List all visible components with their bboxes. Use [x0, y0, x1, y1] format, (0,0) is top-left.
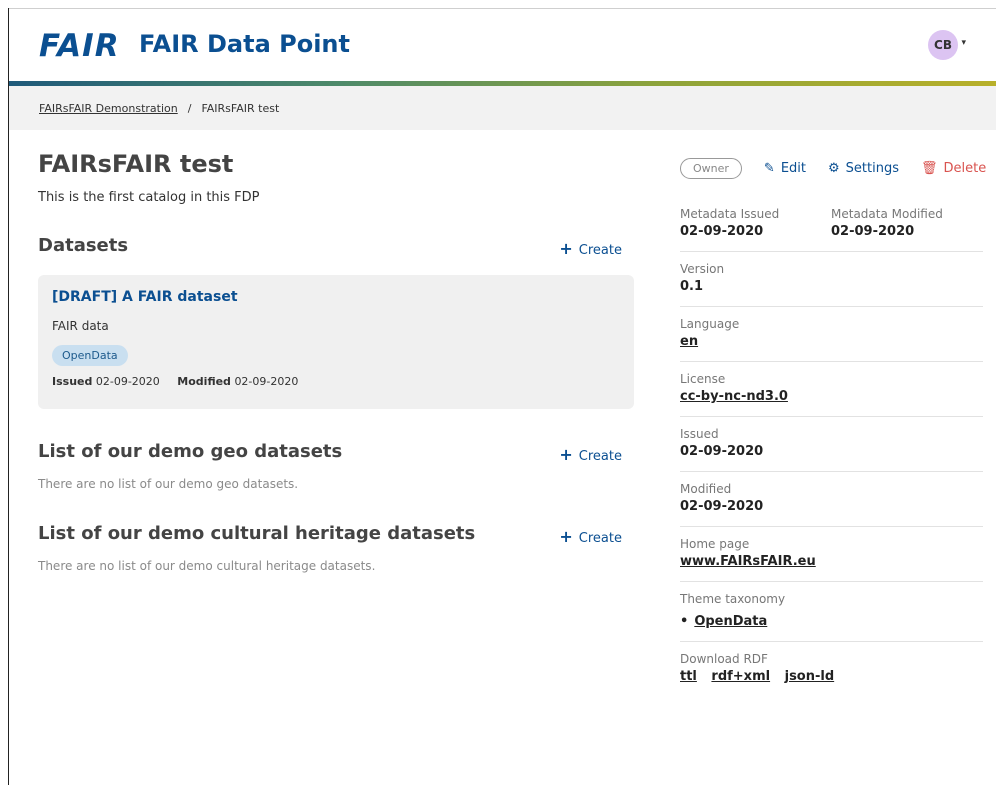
- trash-icon: 🗑: [921, 160, 938, 176]
- issued-row: Issued 02-09-2020: [680, 417, 983, 472]
- theme-tag[interactable]: OpenData: [52, 345, 128, 366]
- create-geo-dataset-button[interactable]: + Create: [559, 445, 622, 464]
- delete-button[interactable]: 🗑 Delete: [921, 161, 986, 176]
- settings-label: Settings: [845, 160, 899, 176]
- meta-value: 02-09-2020: [680, 499, 764, 514]
- modified-date: 02-09-2020: [234, 375, 299, 388]
- download-rdfxml-link[interactable]: rdf+xml: [711, 669, 770, 684]
- plus-icon: +: [559, 527, 573, 546]
- datasets-section: Datasets + Create [DRAFT] A FAIR dataset …: [38, 235, 634, 409]
- rdf-links: ttl rdf+xml json-ld: [680, 669, 983, 684]
- breadcrumb-parent-link[interactable]: FAIRsFAIR Demonstration: [39, 102, 178, 115]
- meta-value: 0.1: [680, 279, 704, 294]
- language-row: Language en: [680, 307, 983, 362]
- language-link[interactable]: en: [680, 334, 983, 349]
- breadcrumb-separator: /: [187, 101, 192, 115]
- theme-link[interactable]: OpenData: [694, 614, 767, 629]
- meta-label: License: [680, 372, 726, 386]
- theme-item: • OpenData: [680, 614, 983, 629]
- fair-logo[interactable]: FAIR: [39, 28, 120, 64]
- dataset-title-link[interactable]: [DRAFT] A FAIR dataset: [52, 289, 622, 305]
- catalog-description: This is the first catalog in this FDP: [38, 190, 260, 205]
- user-avatar[interactable]: CB: [928, 30, 958, 60]
- empty-message: There are no list of our demo geo datase…: [38, 477, 299, 491]
- meta-label: Download RDF: [680, 652, 768, 666]
- breadcrumb: FAIRsFAIR Demonstration / FAIRsFAIR test: [9, 86, 996, 130]
- homepage-link[interactable]: www.FAIRsFAIR.eu: [680, 554, 983, 569]
- breadcrumb-current: FAIRsFAIR test: [201, 101, 280, 115]
- owner-badge: Owner: [680, 157, 742, 179]
- section-title: List of our demo cultural heritage datas…: [38, 523, 476, 544]
- app-header: FAIR FAIR Data Point CB ▾: [9, 9, 996, 81]
- meta-value: 02-09-2020: [680, 444, 764, 459]
- bullet-icon: •: [680, 614, 689, 629]
- page-title: FAIRsFAIR test: [38, 150, 234, 178]
- gear-icon: ⚙: [828, 160, 840, 176]
- issued-date: 02-09-2020: [95, 375, 160, 388]
- homepage-row: Home page www.FAIRsFAIR.eu: [680, 527, 983, 582]
- meta-value: 02-09-2020: [680, 224, 764, 239]
- edit-button[interactable]: ✎ Edit: [764, 161, 806, 176]
- caret-down-icon[interactable]: ▾: [961, 38, 966, 48]
- license-row: License cc-by-nc-nd3.0: [680, 362, 983, 417]
- dataset-description: FAIR data: [52, 319, 109, 333]
- create-label: Create: [578, 449, 622, 464]
- meta-label: Metadata Issued: [680, 207, 780, 221]
- section-title: List of our demo geo datasets: [38, 441, 343, 462]
- create-dataset-button[interactable]: + Create: [559, 239, 622, 258]
- plus-icon: +: [559, 239, 573, 258]
- edit-icon: ✎: [763, 160, 775, 176]
- section-header: List of our demo cultural heritage datas…: [38, 523, 634, 549]
- geo-datasets-section: List of our demo geo datasets + Create Th…: [38, 441, 634, 491]
- section-header: List of our demo geo datasets + Create: [38, 441, 634, 467]
- section-header: Datasets + Create: [38, 235, 634, 261]
- metadata-dates-row: Metadata Issued 02-09-2020 Metadata Modi…: [680, 197, 983, 252]
- meta-label: Issued: [680, 427, 719, 441]
- create-label: Create: [578, 531, 622, 546]
- license-link[interactable]: cc-by-nc-nd3.0: [680, 389, 983, 404]
- download-rdf-row: Download RDF ttl rdf+xml json-ld: [680, 642, 983, 696]
- plus-icon: +: [559, 445, 573, 464]
- metadata-issued: Metadata Issued 02-09-2020: [680, 207, 831, 239]
- meta-label: Modified: [680, 482, 732, 496]
- download-jsonld-link[interactable]: json-ld: [785, 669, 835, 684]
- meta-value: 02-09-2020: [831, 224, 915, 239]
- meta-label: Theme taxonomy: [680, 592, 786, 606]
- modified-row: Modified 02-09-2020: [680, 472, 983, 527]
- meta-label: Metadata Modified: [831, 207, 943, 221]
- metadata-sidebar: Owner ✎ Edit ⚙ Settings 🗑 Delete Metadata I…: [680, 155, 986, 696]
- delete-label: Delete: [943, 160, 987, 176]
- app-title[interactable]: FAIR Data Point: [139, 30, 350, 58]
- dataset-dates: Issued 02-09-2020 Modified 02-09-2020: [52, 375, 622, 388]
- catalog-main: FAIRsFAIR test This is the first catalog…: [38, 150, 634, 573]
- theme-taxonomy-row: Theme taxonomy • OpenData: [680, 582, 983, 642]
- edit-label: Edit: [780, 160, 807, 176]
- settings-button[interactable]: ⚙ Settings: [828, 161, 899, 176]
- issued-label: Issued: [52, 375, 93, 388]
- modified-label: Modified: [177, 375, 231, 388]
- meta-label: Language: [680, 317, 740, 331]
- section-title: Datasets: [38, 235, 129, 256]
- cultural-heritage-section: List of our demo cultural heritage datas…: [38, 523, 634, 573]
- action-bar: Owner ✎ Edit ⚙ Settings 🗑 Delete: [680, 155, 986, 181]
- dataset-card: [DRAFT] A FAIR dataset FAIR data OpenDat…: [38, 275, 634, 409]
- metadata-modified: Metadata Modified 02-09-2020: [831, 207, 982, 239]
- create-label: Create: [578, 243, 622, 258]
- version-row: Version 0.1: [680, 252, 983, 307]
- create-cultural-heritage-button[interactable]: + Create: [559, 527, 622, 546]
- download-ttl-link[interactable]: ttl: [680, 669, 697, 684]
- meta-label: Version: [680, 262, 725, 276]
- empty-message: There are no list of our demo cultural h…: [38, 559, 376, 573]
- meta-label: Home page: [680, 537, 750, 551]
